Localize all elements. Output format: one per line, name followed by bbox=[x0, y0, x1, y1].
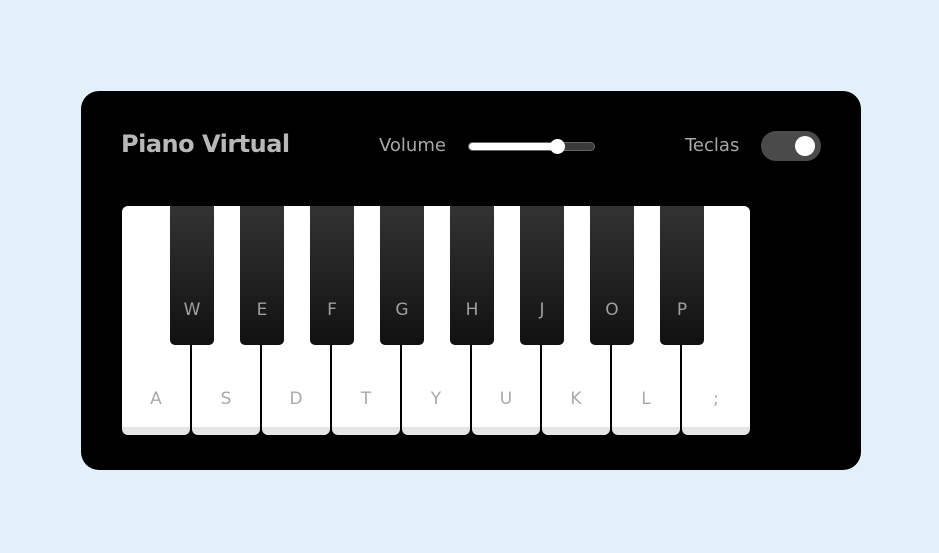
black-key-label: H bbox=[465, 300, 479, 320]
white-key-label: ; bbox=[713, 389, 719, 409]
white-key-label: K bbox=[570, 389, 582, 409]
keys-toggle-label: Teclas bbox=[685, 135, 740, 156]
black-key-label: E bbox=[256, 300, 268, 320]
black-key[interactable]: P bbox=[660, 206, 704, 345]
white-key-label: L bbox=[641, 389, 651, 409]
black-key-label: P bbox=[676, 300, 688, 320]
piano-panel: Piano Virtual Volume Teclas A S D T Y U K L; W E F… bbox=[81, 91, 861, 470]
black-key-label: O bbox=[605, 300, 619, 320]
black-key-label: J bbox=[539, 300, 545, 320]
black-key[interactable]: W bbox=[170, 206, 214, 345]
volume-slider[interactable] bbox=[468, 139, 595, 154]
volume-slider-fill bbox=[469, 143, 557, 150]
white-key-label: D bbox=[289, 389, 303, 409]
black-key[interactable]: H bbox=[450, 206, 494, 345]
black-key-label: G bbox=[395, 300, 409, 320]
black-key[interactable]: J bbox=[520, 206, 564, 345]
keys-toggle-knob bbox=[795, 136, 815, 156]
black-key[interactable]: E bbox=[240, 206, 284, 345]
black-key[interactable]: G bbox=[380, 206, 424, 345]
black-key-label: F bbox=[327, 300, 337, 320]
white-key-label: Y bbox=[430, 389, 442, 409]
white-key-label: T bbox=[360, 389, 372, 409]
volume-label: Volume bbox=[379, 135, 446, 156]
black-key[interactable]: F bbox=[310, 206, 354, 345]
keys-toggle[interactable] bbox=[761, 131, 821, 161]
white-key-label: U bbox=[499, 389, 513, 409]
volume-slider-thumb[interactable] bbox=[549, 139, 565, 154]
piano-keyboard: A S D T Y U K L; W E F G H J O P bbox=[122, 206, 751, 435]
black-key-label: W bbox=[183, 300, 201, 320]
white-key-label: A bbox=[150, 389, 162, 409]
app-title: Piano Virtual bbox=[121, 130, 290, 158]
white-key-label: S bbox=[220, 389, 232, 409]
black-key[interactable]: O bbox=[590, 206, 634, 345]
